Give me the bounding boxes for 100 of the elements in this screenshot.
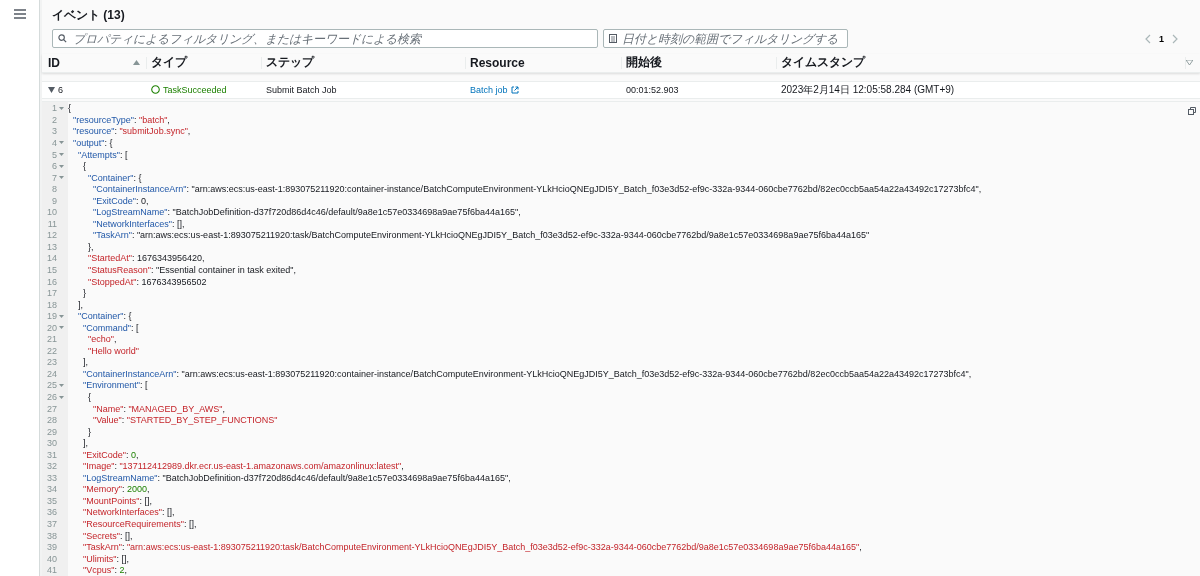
line-number: 24 [46, 368, 57, 379]
code-line: "Container": { [87, 172, 142, 183]
line-number: 37 [46, 519, 57, 530]
code-line: { [87, 392, 91, 402]
code-line: "Container": { [77, 311, 132, 322]
line-number: 9 [51, 195, 57, 206]
column-header[interactable]: ステップ [266, 54, 314, 72]
line-number: 20 [46, 322, 57, 333]
line-number: 11 [46, 218, 57, 229]
code-line: "Vcpus": 2, [82, 565, 127, 576]
line-number: 38 [46, 530, 57, 541]
line-number: 18 [46, 299, 57, 310]
expand-toggle[interactable] [48, 86, 55, 93]
line-number: 6 [51, 161, 57, 172]
code-line: { [82, 161, 86, 172]
next-page-icon[interactable] [1172, 33, 1178, 44]
code-line: "ContainerInstanceArn": "arn:aws:ecs:us-east-1:893075211920:container-instance/BatchComputeEnvironment-YLkHcioQNEgJDI5Y_Batch_f03e3d52-ef9c-332a-9344-060cbe7762bd/82ec0ccb5aa54a22a43492c17273bfc4", [92, 184, 982, 195]
line-number: 26 [46, 392, 57, 402]
code-line: } [87, 426, 91, 437]
code-line: "resource": "submitJob.sync", [72, 126, 191, 137]
fold-caret-icon[interactable] [59, 383, 64, 387]
preferences-icon[interactable] [1186, 60, 1193, 66]
line-number: 12 [46, 230, 57, 241]
code-line: "Hello world" [87, 345, 139, 356]
column-header[interactable]: タイプ [151, 54, 187, 72]
code-line: } [82, 288, 86, 299]
line-number: 32 [46, 461, 57, 472]
fold-caret-icon[interactable] [59, 314, 64, 318]
copy-icon[interactable] [1188, 106, 1196, 115]
line-number: 16 [46, 276, 57, 287]
line-number: 5 [51, 149, 57, 160]
line-number: 4 [51, 138, 57, 148]
code-line: "TaskArn": "arn:aws:ecs:us-east-1:893075211920:task/BatchComputeEnvironment-YLkHcioQNEgJDI5Y_Batch_f03e3d52-ef9c-332a-9344-060cbe7762bd/9a8e1c57e0334698a9ae75f6ba44a165" [92, 230, 870, 241]
line-number: 21 [46, 334, 57, 345]
fold-caret-icon[interactable] [59, 176, 64, 180]
date-range-field[interactable]: 日付と時刻の範囲でフィルタリングする [603, 29, 848, 48]
event-type: TaskSucceeded [163, 84, 227, 95]
search-field[interactable]: プロパティによるフィルタリング、またはキーワードによる検索 [52, 29, 598, 48]
code-line: "MountPoints": [], [82, 495, 152, 506]
line-number: 34 [46, 484, 57, 495]
line-number: 17 [46, 288, 57, 299]
code-line: "Name": "MANAGED_BY_AWS", [92, 403, 225, 414]
line-number: 8 [51, 184, 57, 195]
code-line: ], [77, 299, 83, 310]
sort-icon[interactable] [133, 60, 140, 66]
code-line: "Memory": 2000, [82, 484, 150, 495]
code-line: "LogStreamName": "BatchJobDefinition-d37f720d86d4c46/default/9a8e1c57e0334698a9ae75f6ba44a165", [92, 207, 521, 218]
code-line: "ContainerInstanceArn": "arn:aws:ecs:us-east-1:893075211920:container-instance/BatchComputeEnvironment-YLkHcioQNEgJDI5Y_Batch_f03e3d52-ef9c-332a-9344-060cbe7762bd/82ec0ccb5aa54a22a43492c17273bfc4", [82, 368, 972, 379]
code-line: "NetworkInterfaces": [], [92, 218, 185, 229]
column-header[interactable]: タイムスタンプ [781, 54, 865, 72]
code-line: "output": { [72, 138, 113, 148]
code-line: "ExitCode": 0, [92, 195, 149, 206]
code-line: "Attempts": [ [77, 149, 128, 160]
line-number: 35 [46, 495, 57, 506]
column-header[interactable]: ID [48, 55, 60, 70]
line-number: 28 [46, 415, 57, 426]
line-number: 22 [46, 345, 57, 356]
code-line: "NetworkInterfaces": [], [82, 507, 175, 518]
previous-page-icon[interactable] [1145, 33, 1151, 44]
section-title: イベント (13) [51, 7, 126, 22]
line-number: 23 [46, 357, 57, 368]
line-number: 31 [46, 449, 57, 460]
fold-caret-icon[interactable] [59, 141, 64, 145]
code-line: }, [87, 241, 94, 252]
code-line: "StartedAt": 1676343956420, [87, 253, 205, 264]
page-number[interactable]: 1 [1159, 33, 1164, 44]
fold-caret-icon[interactable] [59, 153, 64, 157]
line-number: 3 [51, 126, 57, 137]
fold-caret-icon[interactable] [59, 164, 64, 168]
fold-caret-icon[interactable] [59, 106, 64, 110]
code-line: "resourceType": "batch", [72, 114, 170, 125]
line-number: 25 [46, 380, 57, 391]
code-line: "Image": "137112412989.dkr.ecr.us-east-1.amazonaws.com/amazonlinux:latest", [82, 461, 404, 472]
line-number: 2 [51, 114, 57, 125]
code-line: ], [82, 357, 88, 368]
code-line: "Environment": [ [82, 380, 148, 391]
code-line: "Value": "STARTED_BY_STEP_FUNCTIONS" [92, 415, 278, 426]
external-link-icon[interactable] [510, 85, 519, 94]
line-number: 30 [46, 438, 57, 449]
step-name: Submit Batch Job [266, 84, 337, 95]
fold-caret-icon[interactable] [59, 395, 64, 399]
line-number: 14 [46, 253, 57, 264]
column-header[interactable]: Resource [470, 55, 525, 70]
line-number: 33 [46, 472, 57, 483]
event-id: 6 [58, 84, 63, 95]
line-number: 29 [46, 426, 57, 437]
code-line: "LogStreamName": "BatchJobDefinition-d37f720d86d4c46/default/9a8e1c57e0334698a9ae75f6ba44a165", [82, 472, 511, 483]
line-number: 13 [46, 241, 57, 252]
resource-link[interactable]: Batch job [470, 84, 508, 95]
line-number: 39 [46, 542, 57, 553]
menu-icon[interactable] [12, 8, 27, 20]
column-header[interactable]: 開始後 [626, 54, 662, 72]
code-line: "StatusReason": "Essential container in task exited", [87, 265, 296, 275]
fold-caret-icon[interactable] [59, 326, 64, 330]
code-line: "TaskArn": "arn:aws:ecs:us-east-1:893075211920:task/BatchComputeEnvironment-YLkHcioQNEgJDI5Y_Batch_f03e3d52-ef9c-332a-9344-060cbe7762bd/9a8e1c57e0334698a9ae75f6ba44a165", [82, 542, 862, 553]
line-number: 19 [46, 311, 57, 322]
elapsed-time: 00:01:52.903 [626, 84, 679, 95]
code-line: ], [82, 438, 88, 449]
line-number: 7 [51, 172, 57, 183]
code-line: "ResourceRequirements": [], [82, 519, 197, 530]
